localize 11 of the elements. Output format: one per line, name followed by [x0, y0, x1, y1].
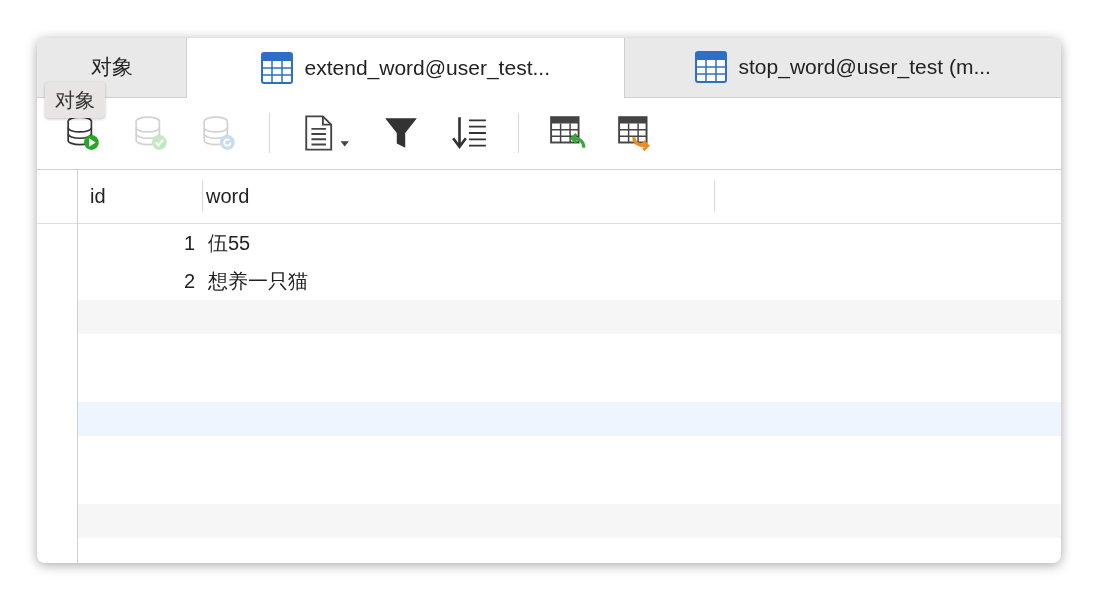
- table-cell-text: 1: [182, 230, 196, 256]
- column-header[interactable]: id: [78, 181, 202, 211]
- table-icon: [694, 51, 727, 83]
- table-cell-text: 2: [182, 268, 196, 294]
- column-header[interactable]: word: [203, 180, 715, 212]
- sort-icon[interactable]: [450, 114, 488, 152]
- tooltip: 对象: [45, 81, 105, 118]
- table-cell-text: 伍55: [207, 230, 251, 256]
- table-icon: [260, 51, 293, 84]
- table-cell-text: 想养一只猫: [207, 268, 308, 294]
- tab[interactable]: extend_word@user_test...: [186, 37, 625, 98]
